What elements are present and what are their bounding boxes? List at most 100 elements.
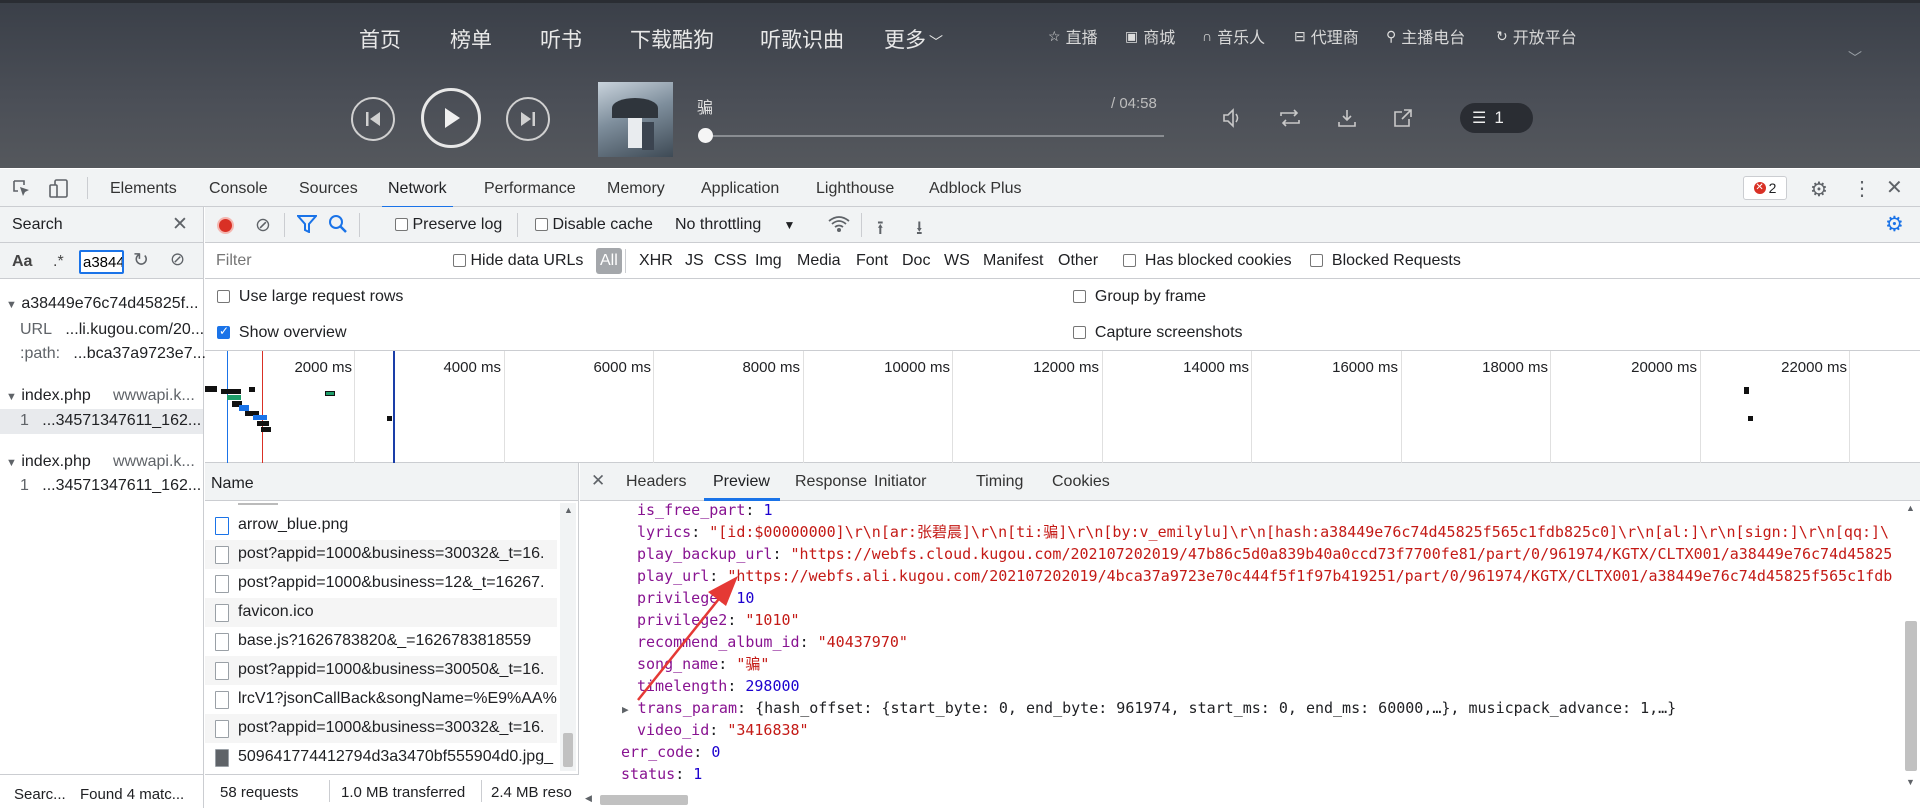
album-cover[interactable] (598, 82, 673, 157)
play-button[interactable] (421, 88, 481, 148)
capture-screenshots-checkbox[interactable]: Capture screenshots (1073, 324, 1243, 342)
repeat-icon[interactable] (1278, 107, 1302, 135)
tab-lighthouse[interactable]: Lighthouse (816, 180, 894, 198)
list-item[interactable]: favicon.ico (205, 598, 557, 627)
progress-track[interactable] (705, 135, 1164, 137)
list-item[interactable]: post?appid=1000&business=30032&_t=16. (205, 714, 557, 743)
list-item[interactable]: post?appid=1000&business=12&_t=16267. (205, 569, 557, 598)
network-overview[interactable]: 2000 ms 4000 ms 6000 ms 8000 ms 10000 ms… (205, 351, 1920, 463)
name-column-header[interactable]: Name (211, 475, 254, 493)
throttling-select[interactable]: No throttling ▼ (675, 216, 795, 234)
nav-more[interactable]: 更多 ﹀ (884, 24, 943, 54)
link-live[interactable]: ☆ 直播 (1048, 24, 1098, 48)
nav-song-recognition[interactable]: 听歌识曲 (760, 24, 844, 54)
filter-type-all[interactable]: All (596, 248, 622, 274)
json-row[interactable]: lyrics: "[id:$00000000]\r\n[ar:张碧晨]\r\n[… (637, 521, 1889, 543)
clear-search-icon[interactable]: ⊘ (170, 249, 185, 270)
device-toolbar-icon[interactable] (48, 179, 70, 202)
match-case-button[interactable]: Aa (12, 253, 32, 271)
playlist-queue-button[interactable]: ☰ 1 (1460, 103, 1533, 133)
link-shop[interactable]: ▣ 商城 (1125, 24, 1175, 48)
clear-icon[interactable]: ⊘ (255, 214, 271, 237)
search-input[interactable] (79, 250, 124, 274)
search-icon[interactable] (328, 214, 348, 237)
json-row[interactable]: is_free_part: 1 (637, 501, 772, 521)
list-item[interactable]: post?appid=1000&business=30032&_t=16. (205, 540, 557, 569)
preview-horizontal-scrollbar[interactable]: ◀ (580, 791, 1920, 808)
link-open-platform[interactable]: ↻ 开放平台 (1496, 24, 1577, 48)
tab-console[interactable]: Console (209, 180, 268, 198)
list-item[interactable]: base.js?1626783820&_=1626783818559 (205, 627, 557, 656)
volume-icon[interactable] (1222, 107, 1244, 135)
tab-performance[interactable]: Performance (484, 180, 576, 198)
tab-headers[interactable]: Headers (626, 473, 686, 491)
error-counter[interactable]: ✕ 2 (1743, 176, 1787, 200)
search-result-file[interactable]: ▼ index.php wwwapi.k... (6, 453, 195, 471)
list-item[interactable]: arrow_blue.png (205, 511, 557, 540)
search-result-line[interactable]: :path: ...bca37a9723e7... (20, 345, 206, 363)
tab-adblock-plus[interactable]: Adblock Plus (929, 180, 1022, 198)
link-radio[interactable]: ⚲ 主播电台 (1386, 24, 1465, 48)
search-result-file[interactable]: ▼ index.php wwwapi.k... (6, 387, 195, 405)
tab-preview[interactable]: Preview (713, 473, 770, 491)
filter-type-font[interactable]: Font (856, 252, 888, 270)
close-devtools-icon[interactable]: ✕ (1886, 175, 1903, 200)
tab-cookies[interactable]: Cookies (1052, 473, 1110, 491)
search-result-line[interactable]: URL ...li.kugou.com/20... (20, 321, 204, 339)
inspect-element-icon[interactable] (12, 179, 32, 202)
regex-button[interactable]: .* (53, 253, 64, 271)
tab-initiator[interactable]: Initiator (874, 473, 926, 491)
list-item[interactable]: post?appid=1000&business=30050&_t=16. (205, 656, 557, 685)
network-settings-icon[interactable]: ⚙ (1885, 212, 1904, 237)
import-har-icon[interactable]: ⭱ (877, 214, 884, 246)
nav-charts[interactable]: 榜单 (450, 24, 492, 54)
refresh-icon[interactable]: ↻ (133, 249, 149, 272)
share-icon[interactable] (1392, 107, 1414, 135)
export-har-icon[interactable]: ⭳ (916, 214, 923, 246)
tab-memory[interactable]: Memory (607, 180, 665, 198)
json-row[interactable]: play_url: "https://webfs.ali.kugou.com/2… (637, 565, 1892, 587)
tab-timing[interactable]: Timing (976, 473, 1023, 491)
tab-network[interactable]: Network (382, 180, 453, 208)
filter-type-other[interactable]: Other (1058, 252, 1098, 270)
search-result-line[interactable]: 1 ...34571347611_162... (20, 477, 201, 495)
nav-download[interactable]: 下载酷狗 (630, 24, 714, 54)
search-result-file[interactable]: ▼ a38449e76c74d45825f... (6, 295, 198, 313)
tab-response[interactable]: Response (795, 473, 867, 491)
filter-type-ws[interactable]: WS (944, 252, 970, 270)
more-options-icon[interactable]: ⋮ (1852, 176, 1872, 201)
filter-type-js[interactable]: JS (685, 252, 704, 270)
has-blocked-cookies-checkbox[interactable]: Has blocked cookies (1123, 252, 1292, 270)
filter-type-img[interactable]: Img (755, 252, 782, 270)
filter-type-media[interactable]: Media (797, 252, 841, 270)
settings-gear-icon[interactable]: ⚙ (1810, 177, 1828, 202)
close-search-icon[interactable]: ✕ (172, 213, 188, 236)
filter-type-css[interactable]: CSS (714, 252, 747, 270)
filter-icon[interactable] (295, 215, 319, 236)
close-preview-icon[interactable]: ✕ (591, 471, 605, 491)
link-musician[interactable]: ∩ 音乐人 (1202, 24, 1265, 48)
json-row[interactable]: play_backup_url: "https://webfs.cloud.ku… (637, 543, 1892, 565)
disable-cache-checkbox[interactable]: Disable cache (535, 216, 653, 234)
show-overview-checkbox[interactable]: Show overview (217, 324, 347, 342)
link-agent[interactable]: ⊟ 代理商 (1294, 24, 1359, 48)
previous-button[interactable] (351, 97, 395, 141)
group-by-frame-checkbox[interactable]: Group by frame (1073, 288, 1206, 306)
nav-home[interactable]: 首页 (359, 24, 401, 54)
next-button[interactable] (506, 97, 550, 141)
json-row[interactable]: ▶ trans_param: {hash_offset: {start_byte… (622, 697, 1676, 721)
network-conditions-icon[interactable] (827, 213, 851, 238)
request-list-scrollbar[interactable]: ▲ (560, 503, 576, 771)
search-result-line[interactable]: 1 ...34571347611_162... (20, 412, 201, 430)
hide-data-urls-checkbox[interactable]: Hide data URLs (453, 252, 583, 270)
record-icon[interactable] (217, 217, 234, 234)
filter-type-doc[interactable]: Doc (902, 252, 930, 270)
tab-application[interactable]: Application (701, 180, 779, 198)
large-rows-checkbox[interactable]: Use large request rows (217, 288, 403, 306)
json-row[interactable]: err_code: 0 (621, 741, 720, 763)
preview-vertical-scrollbar[interactable]: ▲ ▼ (1902, 501, 1920, 791)
download-icon[interactable] (1336, 107, 1358, 135)
collapse-chevron-icon[interactable]: ﹀ (1848, 48, 1862, 68)
expand-triangle-icon[interactable]: ▶ (622, 703, 629, 716)
progress-handle[interactable] (698, 128, 713, 143)
